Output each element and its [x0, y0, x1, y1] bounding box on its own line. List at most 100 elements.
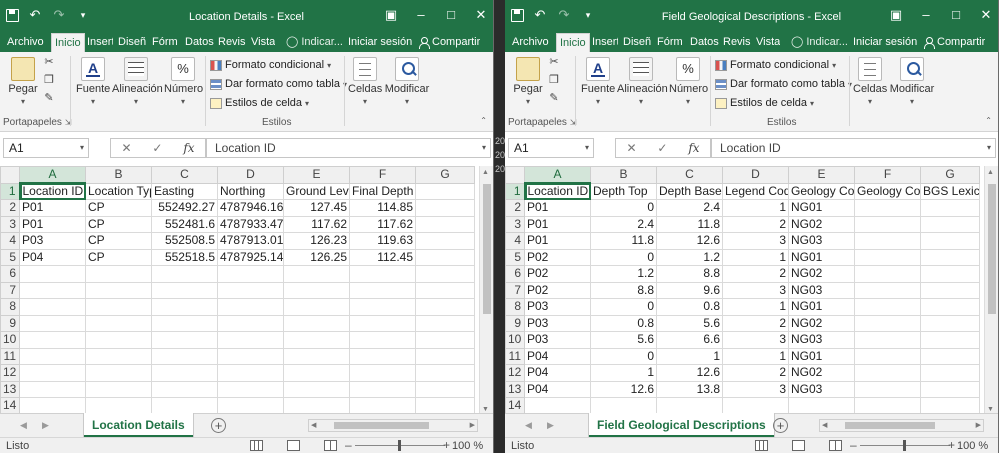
share-button[interactable]: Compartir [418, 33, 480, 52]
page-layout-icon[interactable] [792, 440, 805, 451]
cell[interactable]: Northing [217, 182, 284, 200]
cell[interactable] [349, 314, 416, 332]
row-header[interactable]: 8 [0, 298, 20, 316]
chevron-down-icon[interactable]: ▾ [80, 139, 84, 157]
font-button[interactable]: Fuente ▾ [581, 57, 615, 107]
cell[interactable]: NG03 [788, 380, 855, 398]
cell[interactable] [920, 248, 980, 266]
cells-button[interactable]: Celdas ▾ [348, 57, 382, 107]
cell[interactable] [349, 298, 416, 316]
horizontal-scrollbar[interactable]: ◀ ▶ [819, 419, 984, 432]
cell[interactable]: 2 [722, 364, 789, 382]
cell[interactable]: 0 [590, 248, 657, 266]
cell[interactable]: 4787913.01 [217, 232, 284, 250]
paste-button[interactable]: Pegar ▾ [8, 57, 38, 107]
cell[interactable]: P04 [524, 347, 591, 365]
cancel-icon[interactable]: ✕ [121, 141, 131, 155]
cell[interactable] [415, 314, 475, 332]
column-header-a[interactable]: A [524, 166, 591, 184]
cell[interactable] [217, 281, 284, 299]
cell[interactable] [217, 380, 284, 398]
cell[interactable]: CP [85, 248, 152, 266]
cell[interactable]: CP [85, 199, 152, 217]
tab-insertar[interactable]: Insert [592, 33, 618, 52]
cell[interactable]: 1.2 [590, 265, 657, 283]
editing-button[interactable]: Modificar ▾ [384, 57, 430, 107]
cell[interactable] [85, 314, 152, 332]
cell[interactable] [415, 182, 475, 200]
cell[interactable]: 3 [722, 380, 789, 398]
cell[interactable] [19, 298, 86, 316]
cell[interactable]: 117.62 [349, 215, 416, 233]
cell[interactable] [854, 215, 921, 233]
zoom-level[interactable]: 100 % [957, 440, 988, 452]
cell[interactable] [85, 364, 152, 382]
cell[interactable]: Ground Leve [283, 182, 350, 200]
add-sheet-icon[interactable]: + [211, 418, 226, 433]
cell[interactable]: 112.45 [349, 248, 416, 266]
tab-archivo[interactable]: Archivo [512, 33, 549, 52]
tab-diseno[interactable]: Diseñ [118, 33, 146, 52]
cell[interactable]: Final Depth [349, 182, 416, 200]
row-header[interactable]: 5 [505, 248, 525, 266]
cell[interactable] [151, 265, 218, 283]
cell[interactable] [217, 298, 284, 316]
restore-icon[interactable]: □ [948, 7, 964, 23]
row-header[interactable]: 10 [0, 331, 20, 349]
cell[interactable] [415, 265, 475, 283]
prev-sheet-icon[interactable]: ◀ [20, 420, 27, 431]
cell[interactable]: 552508.5 [151, 232, 218, 250]
cell[interactable]: 3 [722, 281, 789, 299]
cell[interactable] [349, 281, 416, 299]
tab-diseno[interactable]: Diseñ [623, 33, 651, 52]
cell[interactable] [151, 331, 218, 349]
cell[interactable] [217, 265, 284, 283]
column-header-c[interactable]: C [656, 166, 723, 184]
cell[interactable] [920, 281, 980, 299]
page-layout-icon[interactable] [287, 440, 300, 451]
row-header[interactable]: 1 [505, 182, 526, 200]
cell[interactable] [415, 232, 475, 250]
row-header[interactable]: 14 [0, 397, 20, 415]
column-header-f[interactable]: F [349, 166, 416, 184]
row-header[interactable]: 6 [505, 265, 525, 283]
cell[interactable] [854, 298, 921, 316]
cell[interactable] [854, 347, 921, 365]
cell[interactable]: 4787946.16 [217, 199, 284, 217]
cell[interactable]: Geology Cod [788, 182, 855, 200]
conditional-format-button[interactable]: Formato condicional ▾ [210, 57, 347, 73]
format-painter-icon[interactable]: ✎ [42, 92, 56, 105]
cell[interactable] [151, 314, 218, 332]
row-header[interactable]: 14 [505, 397, 525, 415]
cell[interactable]: 0.8 [656, 298, 723, 316]
cell[interactable] [19, 265, 86, 283]
zoom-slider-thumb[interactable] [903, 440, 906, 451]
cell[interactable] [854, 364, 921, 382]
select-all-corner[interactable] [505, 166, 525, 184]
cell[interactable]: P03 [524, 331, 591, 349]
scroll-up-icon[interactable]: ▲ [987, 169, 994, 176]
collapse-ribbon-icon[interactable]: ⌃ [985, 116, 992, 125]
cell[interactable]: P01 [524, 215, 591, 233]
next-sheet-icon[interactable]: ▶ [42, 420, 49, 431]
cell[interactable]: Geology Cod [854, 182, 921, 200]
cell[interactable] [854, 331, 921, 349]
sheet-tab[interactable]: Field Geological Descriptions [589, 413, 774, 437]
number-button[interactable]: Número ▾ [669, 57, 708, 107]
row-header[interactable]: 8 [505, 298, 525, 316]
tab-datos[interactable]: Datos [185, 33, 214, 52]
copy-icon[interactable]: ❐ [547, 74, 561, 87]
format-painter-icon[interactable]: ✎ [547, 92, 561, 105]
row-header[interactable]: 7 [505, 281, 525, 299]
cell[interactable]: NG02 [788, 364, 855, 382]
cell[interactable]: 1 [722, 199, 789, 217]
cell[interactable] [283, 298, 350, 316]
cell[interactable]: NG03 [788, 331, 855, 349]
row-header[interactable]: 13 [0, 380, 20, 398]
editing-button[interactable]: Modificar ▾ [889, 57, 935, 107]
cell[interactable] [151, 364, 218, 382]
prev-sheet-icon[interactable]: ◀ [525, 420, 532, 431]
cell[interactable]: 0 [590, 199, 657, 217]
cell[interactable] [854, 380, 921, 398]
cell[interactable] [19, 347, 86, 365]
